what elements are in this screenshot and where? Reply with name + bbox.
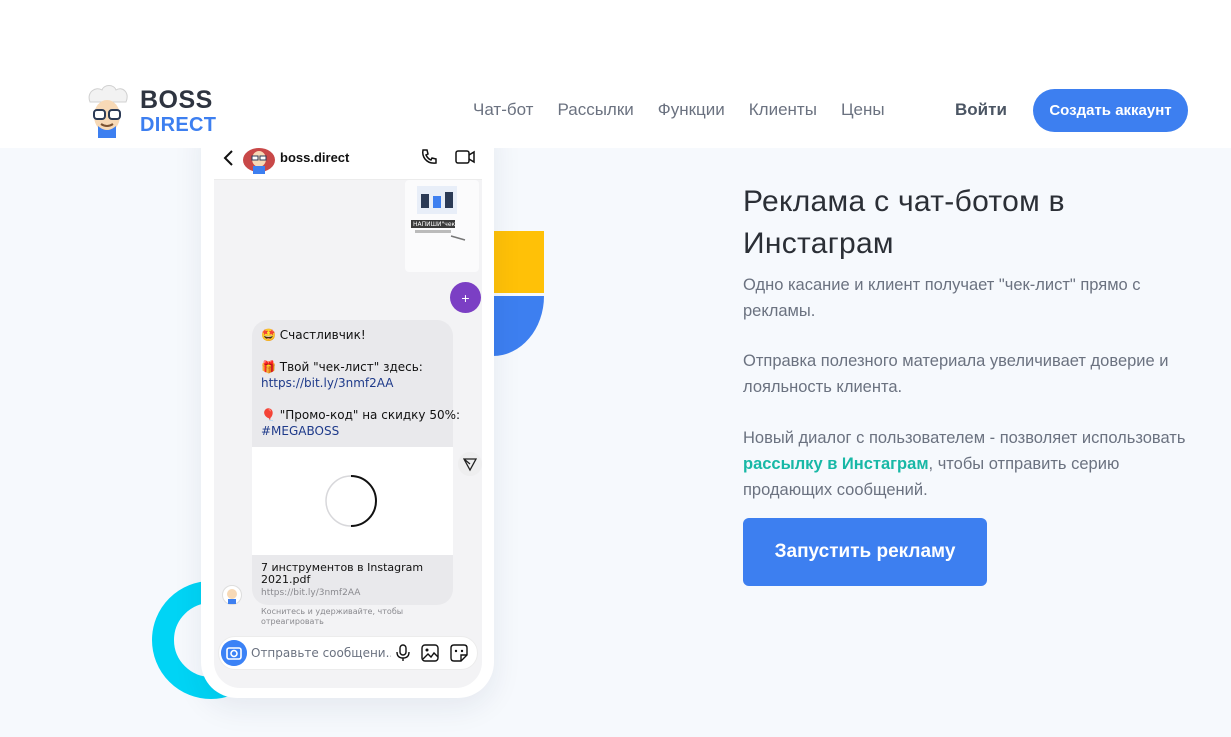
message-greeting: 🤩 Счастливчик! [261,328,366,342]
shared-image-caption: НАПИШИ"чек [413,221,456,228]
message-input-bar [218,636,478,670]
nav-item-mailings[interactable]: Рассылки [557,100,633,120]
microphone-icon[interactable] [395,644,411,662]
hero-paragraph-1: Одно касание и клиент получает "чек-лист… [743,276,1141,320]
message-checklist-link[interactable]: https://bit.ly/3nmf2AA [261,375,444,391]
launch-ads-button[interactable]: Запустить рекламу [743,518,987,586]
add-button[interactable]: + [450,282,481,313]
hero-paragraph-2: Отправка полезного материала увеличивает… [743,352,1169,396]
hero-paragraph-3-start: Новый диалог с пользователем - позволяет… [743,429,1186,447]
bot-message-bubble: 🤩 Счастливчик! 🎁 Твой "чек-лист" здесь: … [252,320,461,447]
message-checklist-label: 🎁 Твой "чек-лист" здесь: [261,360,423,374]
sticker-icon[interactable] [450,644,468,662]
message-input[interactable] [251,645,391,661]
nav-item-clients[interactable]: Клиенты [749,100,817,120]
phone-call-icon[interactable] [420,148,438,166]
create-account-button[interactable]: Создать аккаунт [1033,89,1188,132]
hero-paragraph-3: Новый диалог с пользователем - позволяет… [743,425,1193,503]
loading-spinner-icon [325,475,377,527]
phone-mockup: boss.direct НАПИШИ"чек + 🤩 Счастливчик! … [201,120,494,698]
nav-item-prices[interactable]: Цены [841,100,885,120]
camera-icon[interactable] [221,640,247,666]
logo-text-boss: BOSS [140,85,213,114]
message-promo-code: #MEGABOSS [261,424,340,438]
login-link[interactable]: Войти [955,100,1007,120]
gallery-icon[interactable] [421,644,439,662]
hero-title: Реклама с чат-ботом в Инстаграм [743,185,1065,260]
share-send-icon[interactable] [458,452,482,476]
pdf-attachment-card[interactable]: 7 инструментов в Instagram 2021.pdf http… [252,555,453,605]
message-promo-label: 🎈 "Промо-код" на скидку 50%: [261,408,461,422]
sender-avatar [222,585,242,605]
shared-image-card[interactable]: НАПИШИ"чек [405,180,479,272]
attachment-preview[interactable] [252,447,453,555]
shared-image-illustration: НАПИШИ"чек [411,186,466,241]
pdf-title: 7 инструментов в Instagram 2021.pdf [261,561,424,586]
instagram-mailing-link[interactable]: рассылку в Инстаграм [743,455,929,473]
logo-text-direct: DIRECT [140,113,217,136]
chat-name: boss.direct [280,150,350,165]
logo[interactable]: BOSS DIRECT [84,84,216,138]
site-header: BOSS DIRECT Чат-бот Рассылки Функции Кли… [0,0,1231,148]
sender-avatar-icon [227,589,237,604]
back-arrow-icon[interactable] [222,149,236,167]
chat-avatar-icon [243,148,275,174]
nav-item-chatbot[interactable]: Чат-бот [473,100,533,120]
main-nav: Чат-бот Рассылки Функции Клиенты Цены [473,100,909,120]
chat-header: boss.direct [214,148,482,180]
video-call-icon[interactable] [455,149,475,165]
reaction-hint: Коснитесь и удерживайте, чтобы отреагиро… [261,607,404,626]
pdf-link[interactable]: https://bit.ly/3nmf2AA [261,588,444,598]
mascot-avatar-icon [88,85,128,138]
phone-screen: boss.direct НАПИШИ"чек + 🤩 Счастливчик! … [214,148,482,688]
decorative-yellow-square [493,231,544,293]
nav-item-features[interactable]: Функции [658,100,725,120]
decorative-blue-quarter-circle [493,296,544,356]
